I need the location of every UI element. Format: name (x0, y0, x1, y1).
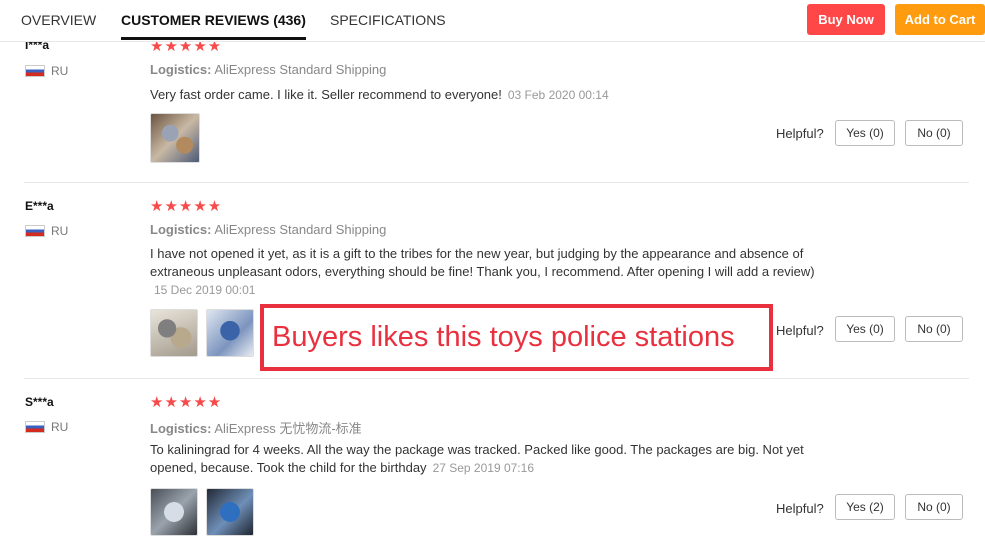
reviewer-name: E***a (25, 199, 54, 213)
logistics-value: AliExpress 无忧物流-标准 (214, 421, 362, 436)
country-code: RU (51, 420, 69, 434)
logistics-info: Logistics: AliExpress 无忧物流-标准 (150, 418, 362, 437)
annotation-text: Buyers likes this toys police stations (272, 321, 735, 353)
review-photo[interactable] (150, 488, 198, 536)
helpful-yes-button[interactable]: Yes (0) (835, 120, 895, 146)
review-text: To kaliningrad for 4 weeks. All the way … (150, 441, 850, 477)
reviewer-country: RU (25, 64, 68, 78)
tab-bar: OVERVIEW CUSTOMER REVIEWS (436) SPECIFIC… (0, 0, 985, 42)
review-date: 27 Sep 2019 07:16 (432, 461, 534, 475)
tab-customer-reviews[interactable]: CUSTOMER REVIEWS (436) (121, 0, 306, 40)
review-photo[interactable] (150, 113, 200, 163)
annotation-box: Buyers likes this toys police stations (260, 304, 773, 371)
helpful-no-button[interactable]: No (0) (905, 120, 963, 146)
country-code: RU (51, 224, 69, 238)
logistics-info: Logistics: AliExpress Standard Shipping (150, 62, 386, 77)
review-date: 03 Feb 2020 00:14 (507, 88, 609, 102)
star-rating: ★★★★★ (150, 198, 223, 215)
review-item: S***a RU ★★★★★ Logistics: AliExpress 无忧物… (24, 379, 969, 547)
helpful-no-button[interactable]: No (0) (905, 494, 963, 520)
review-photo[interactable] (206, 488, 254, 536)
country-code: RU (51, 64, 69, 78)
helpful-yes-button[interactable]: Yes (2) (835, 494, 895, 520)
review-date: 15 Dec 2019 00:01 (154, 283, 256, 297)
helpful-yes-button[interactable]: Yes (0) (835, 316, 895, 342)
logistics-value: AliExpress Standard Shipping (214, 222, 387, 237)
review-item: I***a RU ★★★★★ Logistics: AliExpress Sta… (24, 30, 969, 183)
reviewer-country: RU (25, 224, 68, 238)
logistics-label: Logistics: (150, 421, 212, 436)
helpful-label: Helpful? (776, 501, 824, 516)
add-to-cart-button[interactable]: Add to Cart (895, 4, 985, 35)
review-body: Very fast order came. I like it. Seller … (150, 87, 502, 102)
logistics-label: Logistics: (150, 62, 212, 77)
helpful-label: Helpful? (776, 126, 824, 141)
reviewer-country: RU (25, 420, 68, 434)
buy-now-button[interactable]: Buy Now (807, 4, 885, 35)
tab-overview[interactable]: OVERVIEW (21, 0, 96, 40)
review-text: I have not opened it yet, as it is a gif… (150, 246, 815, 279)
logistics-value: AliExpress Standard Shipping (214, 62, 387, 77)
russia-flag-icon (25, 225, 45, 237)
review-photo[interactable] (150, 309, 198, 357)
logistics-label: Logistics: (150, 222, 212, 237)
review-photo[interactable] (206, 309, 254, 357)
star-rating: ★★★★★ (150, 394, 223, 411)
russia-flag-icon (25, 65, 45, 77)
russia-flag-icon (25, 421, 45, 433)
reviewer-name: S***a (25, 395, 54, 409)
helpful-label: Helpful? (776, 323, 824, 338)
tab-specifications[interactable]: SPECIFICATIONS (330, 0, 446, 40)
helpful-no-button[interactable]: No (0) (905, 316, 963, 342)
logistics-info: Logistics: AliExpress Standard Shipping (150, 222, 386, 237)
review-text: Very fast order came. I like it. Seller … (150, 86, 870, 104)
